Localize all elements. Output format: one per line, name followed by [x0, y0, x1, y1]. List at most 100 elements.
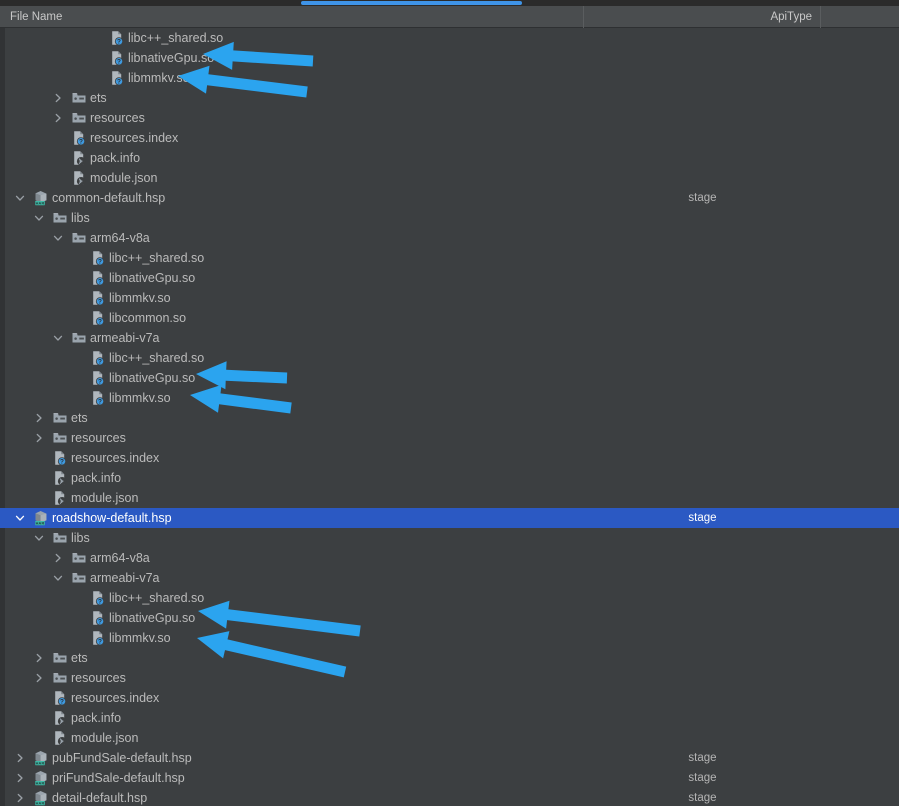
- chevron-down-icon[interactable]: [14, 192, 26, 204]
- chevron-right-icon[interactable]: [52, 552, 64, 564]
- so-file-icon: ?: [90, 310, 106, 326]
- chevron-right-icon[interactable]: [52, 112, 64, 124]
- tree-row[interactable]: armeabi-v7a: [0, 568, 899, 588]
- column-header-api-type[interactable]: ApiType: [584, 5, 821, 28]
- horizontal-scrollbar-thumb[interactable]: [301, 1, 522, 5]
- tree-row[interactable]: ? libmmkv.so: [0, 68, 899, 88]
- svg-text:?: ?: [98, 399, 102, 406]
- tree-row-label: libmmkv.so: [109, 291, 171, 305]
- tree-row-label: common-default.hsp: [52, 191, 166, 205]
- chevron-right-icon[interactable]: [52, 92, 64, 104]
- tree-row-label: libc++_shared.so: [128, 31, 224, 45]
- tree-row-label: libnativeGpu.so: [128, 51, 215, 65]
- tree-row[interactable]: arm64-v8a: [0, 228, 899, 248]
- so-file-icon: ?: [71, 130, 87, 146]
- tree-row[interactable]: HAR roadshow-default.hsp stage: [0, 508, 899, 528]
- info-file-icon: [71, 150, 87, 166]
- so-file-icon: ?: [90, 250, 106, 266]
- chevron-right-icon[interactable]: [33, 672, 45, 684]
- chevron-down-icon[interactable]: [33, 212, 45, 224]
- folder-icon: [52, 410, 68, 426]
- chevron-down-icon[interactable]: [14, 512, 26, 524]
- tree-row[interactable]: HAR pubFundSale-default.hsp stage: [0, 748, 899, 768]
- tree-row-label: libs: [71, 531, 90, 545]
- tree-row[interactable]: ? libnativeGpu.so: [0, 268, 899, 288]
- tree-row[interactable]: ? libnativeGpu.so: [0, 48, 899, 68]
- tree-row-label: libnativeGpu.so: [109, 371, 196, 385]
- tree-row[interactable]: pack.info: [0, 468, 899, 488]
- chevron-right-icon[interactable]: [14, 772, 26, 784]
- tree-row[interactable]: HAR common-default.hsp stage: [0, 188, 899, 208]
- svg-text:?: ?: [60, 699, 64, 706]
- so-file-icon: ?: [90, 370, 106, 386]
- svg-text:HAR: HAR: [36, 521, 45, 525]
- chevron-down-icon[interactable]: [52, 332, 64, 344]
- tree-row[interactable]: ets: [0, 648, 899, 668]
- file-tree[interactable]: ? libc++_shared.so? libnativeGpu.so? libmmk…: [0, 28, 899, 806]
- folder-icon: [52, 670, 68, 686]
- chevron-down-icon[interactable]: [33, 532, 45, 544]
- info-file-icon: [52, 470, 68, 486]
- svg-text:HAR: HAR: [36, 801, 45, 805]
- tree-row[interactable]: module.json: [0, 488, 899, 508]
- chevron-right-icon[interactable]: [14, 792, 26, 804]
- chevron-down-icon[interactable]: [52, 572, 64, 584]
- tree-row[interactable]: ? resources.index: [0, 128, 899, 148]
- svg-text:HAR: HAR: [36, 761, 45, 765]
- tree-row-label: libs: [71, 211, 90, 225]
- tree-row[interactable]: HAR detail-default.hsp stage: [0, 788, 899, 806]
- tree-row-label: pubFundSale-default.hsp: [52, 751, 192, 765]
- tree-row[interactable]: armeabi-v7a: [0, 328, 899, 348]
- tree-row[interactable]: ? libnativeGpu.so: [0, 368, 899, 388]
- tree-row[interactable]: ? resources.index: [0, 448, 899, 468]
- tree-row[interactable]: module.json: [0, 168, 899, 188]
- chevron-right-icon[interactable]: [14, 752, 26, 764]
- tree-row[interactable]: libs: [0, 208, 899, 228]
- tree-row[interactable]: pack.info: [0, 148, 899, 168]
- chevron-right-icon[interactable]: [33, 652, 45, 664]
- column-header-file-name-label: File Name: [10, 10, 63, 23]
- so-file-icon: ?: [109, 70, 125, 86]
- folder-icon: [52, 530, 68, 546]
- tree-row-label: libc++_shared.so: [109, 251, 205, 265]
- tree-row-label: arm64-v8a: [90, 551, 150, 565]
- so-file-icon: ?: [109, 50, 125, 66]
- tree-row[interactable]: arm64-v8a: [0, 548, 899, 568]
- tree-row[interactable]: ets: [0, 408, 899, 428]
- tree-row-label: resources.index: [71, 691, 160, 705]
- tree-row[interactable]: ? libmmkv.so: [0, 288, 899, 308]
- folder-icon: [52, 210, 68, 226]
- tree-row[interactable]: ets: [0, 88, 899, 108]
- chevron-right-icon[interactable]: [33, 432, 45, 444]
- tree-row[interactable]: ? libmmkv.so: [0, 628, 899, 648]
- tree-row[interactable]: libs: [0, 528, 899, 548]
- tree-row[interactable]: ? libc++_shared.so: [0, 248, 899, 268]
- chevron-down-icon[interactable]: [52, 232, 64, 244]
- tree-row-label: libnativeGpu.so: [109, 611, 196, 625]
- tree-row[interactable]: resources: [0, 668, 899, 688]
- hsp-package-icon: HAR: [33, 190, 49, 206]
- tree-row[interactable]: ? libc++_shared.so: [0, 588, 899, 608]
- tree-row[interactable]: resources: [0, 108, 899, 128]
- tree-row[interactable]: ? libmmkv.so: [0, 388, 899, 408]
- tree-row[interactable]: module.json: [0, 728, 899, 748]
- tree-row[interactable]: ? libc++_shared.so: [0, 348, 899, 368]
- tree-row-label: detail-default.hsp: [52, 791, 148, 805]
- tree-row-label: module.json: [71, 491, 139, 505]
- so-file-icon: ?: [90, 610, 106, 626]
- svg-text:?: ?: [98, 319, 102, 326]
- tree-row-label: libmmkv.so: [109, 391, 171, 405]
- tree-row[interactable]: ? libcommon.so: [0, 308, 899, 328]
- tree-row[interactable]: ? libnativeGpu.so: [0, 608, 899, 628]
- tree-row[interactable]: HAR priFundSale-default.hsp stage: [0, 768, 899, 788]
- chevron-right-icon[interactable]: [33, 412, 45, 424]
- tree-row[interactable]: ? resources.index: [0, 688, 899, 708]
- column-header-file-name[interactable]: File Name: [0, 5, 584, 28]
- svg-text:?: ?: [117, 39, 121, 46]
- tree-row[interactable]: ? libc++_shared.so: [0, 28, 899, 48]
- tree-row-apitype: stage: [688, 752, 717, 764]
- tree-row[interactable]: pack.info: [0, 708, 899, 728]
- tree-row[interactable]: resources: [0, 428, 899, 448]
- tree-row-label: resources: [71, 431, 126, 445]
- tree-row-label: armeabi-v7a: [90, 331, 160, 345]
